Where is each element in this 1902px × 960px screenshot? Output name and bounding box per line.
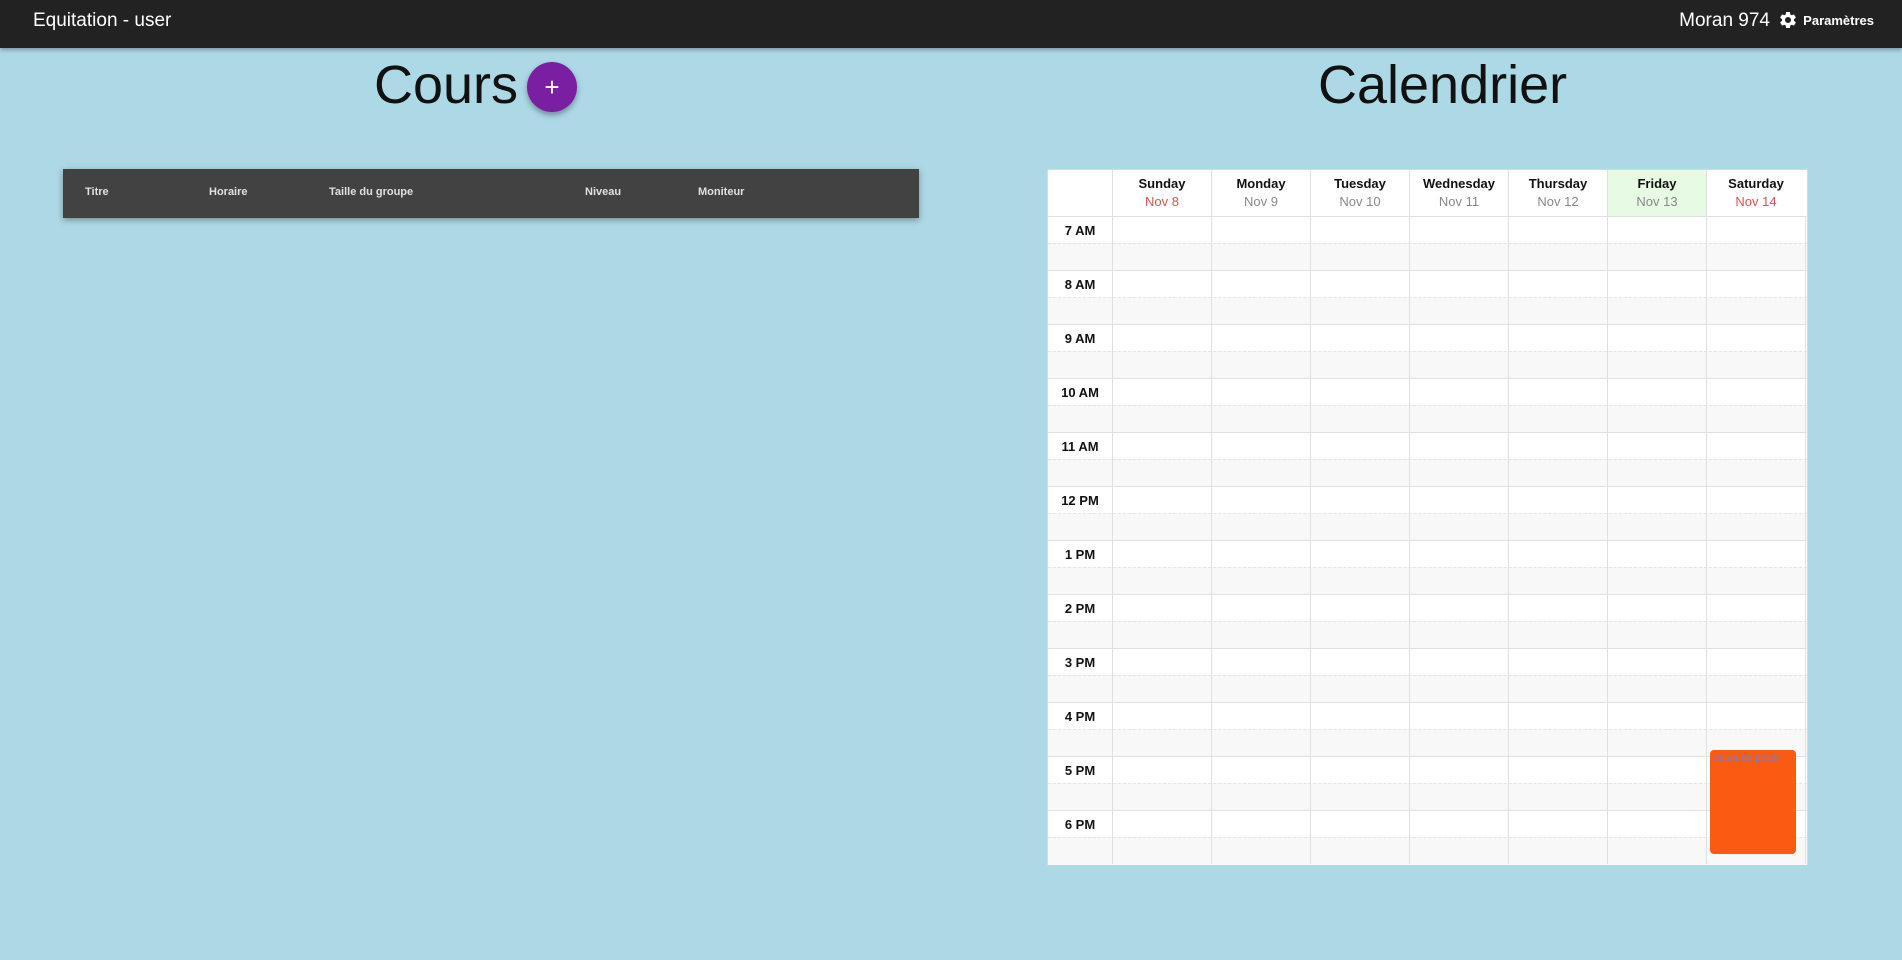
day-date: Nov 9 xyxy=(1244,194,1278,209)
time-label: 4 PM xyxy=(1064,709,1096,724)
settings-button[interactable]: Paramètres xyxy=(1778,10,1874,30)
time-label: 5 PM xyxy=(1064,763,1096,778)
courses-title: Cours xyxy=(374,55,519,115)
half-hour-slot[interactable] xyxy=(1048,217,1807,243)
half-hour-slot[interactable] xyxy=(1048,487,1807,513)
time-slot-row[interactable]: 5 PM xyxy=(1048,756,1807,811)
half-hour-slot[interactable] xyxy=(1048,405,1807,433)
day-column-divider xyxy=(1805,216,1806,864)
day-date: Nov 8 xyxy=(1145,194,1179,209)
time-label: 7 AM xyxy=(1064,223,1096,238)
time-label: 12 PM xyxy=(1061,493,1099,508)
column-header-horaire[interactable]: Horaire xyxy=(209,186,248,198)
time-slot-row[interactable]: 6 PM xyxy=(1048,810,1807,865)
day-header-friday: Friday Nov 13 xyxy=(1607,170,1706,216)
half-hour-slot[interactable] xyxy=(1048,271,1807,297)
column-header-titre[interactable]: Titre xyxy=(85,186,109,198)
app-title[interactable]: Equitation - user xyxy=(33,10,171,32)
half-hour-slot[interactable] xyxy=(1048,243,1807,271)
time-slot-row[interactable]: 8 AM xyxy=(1048,270,1807,325)
half-hour-slot[interactable] xyxy=(1048,649,1807,675)
day-column-divider xyxy=(1310,216,1311,864)
half-hour-slot[interactable] xyxy=(1048,621,1807,649)
half-hour-slot[interactable] xyxy=(1048,513,1807,541)
day-name: Wednesday xyxy=(1422,176,1495,191)
half-hour-slot[interactable] xyxy=(1048,757,1807,783)
calendar-title: Calendrier xyxy=(1318,55,1568,115)
courses-table-header: Titre Horaire Taille du groupe Niveau Mo… xyxy=(63,169,919,218)
day-name: Friday xyxy=(1637,176,1677,191)
calendar-event[interactable]: cours de plouk xyxy=(1710,750,1796,854)
day-date: Nov 14 xyxy=(1735,194,1777,209)
half-hour-slot[interactable] xyxy=(1048,433,1807,459)
day-name: Tuesday xyxy=(1334,176,1386,191)
half-hour-slot[interactable] xyxy=(1048,541,1807,567)
day-header-sunday: Sunday Nov 8 xyxy=(1112,170,1211,216)
day-date: Nov 10 xyxy=(1339,194,1381,209)
gear-icon xyxy=(1780,11,1796,28)
day-column-divider xyxy=(1607,216,1608,864)
half-hour-slot[interactable] xyxy=(1048,325,1807,351)
time-slot-row[interactable]: 3 PM xyxy=(1048,648,1807,703)
day-date: Nov 13 xyxy=(1636,194,1678,209)
day-header-monday: Monday Nov 9 xyxy=(1211,170,1310,216)
column-header-moniteur[interactable]: Moniteur xyxy=(698,186,744,198)
day-header-wednesday: Wednesday Nov 11 xyxy=(1409,170,1508,216)
time-label: 8 AM xyxy=(1064,277,1096,292)
half-hour-slot[interactable] xyxy=(1048,729,1807,757)
day-name: Saturday xyxy=(1728,176,1784,191)
time-slot-row[interactable]: 7 AM xyxy=(1048,216,1807,271)
column-header-taille-du-groupe[interactable]: Taille du groupe xyxy=(329,186,413,198)
top-navbar: Equitation - user Moran 974 Paramètres xyxy=(0,0,1902,48)
day-date: Nov 12 xyxy=(1537,194,1579,209)
time-slot-row[interactable]: 1 PM xyxy=(1048,540,1807,595)
day-column-divider xyxy=(1409,216,1410,864)
day-name: Thursday xyxy=(1528,176,1588,191)
half-hour-slot[interactable] xyxy=(1048,297,1807,325)
user-name[interactable]: Moran 974 xyxy=(1679,10,1770,32)
half-hour-slot[interactable] xyxy=(1048,379,1807,405)
half-hour-slot[interactable] xyxy=(1048,783,1807,811)
day-header-saturday: Saturday Nov 14 xyxy=(1706,170,1805,216)
half-hour-slot[interactable] xyxy=(1048,675,1807,703)
half-hour-slot[interactable] xyxy=(1048,351,1807,379)
half-hour-slot[interactable] xyxy=(1048,811,1807,837)
settings-label: Paramètres xyxy=(1803,12,1874,28)
day-name: Sunday xyxy=(1138,176,1186,191)
day-column-divider xyxy=(1211,216,1212,864)
day-column-divider xyxy=(1112,216,1113,864)
half-hour-slot[interactable] xyxy=(1048,837,1807,865)
half-hour-slot[interactable] xyxy=(1048,567,1807,595)
day-column-divider xyxy=(1508,216,1509,864)
half-hour-slot[interactable] xyxy=(1048,703,1807,729)
day-header-thursday: Thursday Nov 12 xyxy=(1508,170,1607,216)
time-label: 11 AM xyxy=(1061,439,1099,454)
time-label: 9 AM xyxy=(1064,331,1096,346)
half-hour-slot[interactable] xyxy=(1048,459,1807,487)
half-hour-slot[interactable] xyxy=(1048,595,1807,621)
time-slot-row[interactable]: 11 AM xyxy=(1048,432,1807,487)
time-slot-row[interactable]: 4 PM xyxy=(1048,702,1807,757)
time-slot-row[interactable]: 12 PM xyxy=(1048,486,1807,541)
time-slot-row[interactable]: 9 AM xyxy=(1048,324,1807,379)
time-label: 1 PM xyxy=(1064,547,1096,562)
time-slot-row[interactable]: 10 AM xyxy=(1048,378,1807,433)
day-column-divider xyxy=(1706,216,1707,864)
time-label: 10 AM xyxy=(1061,385,1099,400)
add-course-button[interactable]: + xyxy=(527,62,577,112)
day-date: Nov 11 xyxy=(1438,194,1480,209)
day-name: Monday xyxy=(1236,176,1286,191)
time-slot-row[interactable]: 2 PM xyxy=(1048,594,1807,649)
time-label: 6 PM xyxy=(1064,817,1096,832)
column-header-niveau[interactable]: Niveau xyxy=(585,186,621,198)
day-header-tuesday: Tuesday Nov 10 xyxy=(1310,170,1409,216)
event-title: cours de plouk xyxy=(1714,753,1780,764)
time-label: 3 PM xyxy=(1064,655,1096,670)
time-label: 2 PM xyxy=(1064,601,1096,616)
week-calendar: Sunday Nov 8 Monday Nov 9 Tuesday Nov 10 Wedne… xyxy=(1047,169,1808,865)
